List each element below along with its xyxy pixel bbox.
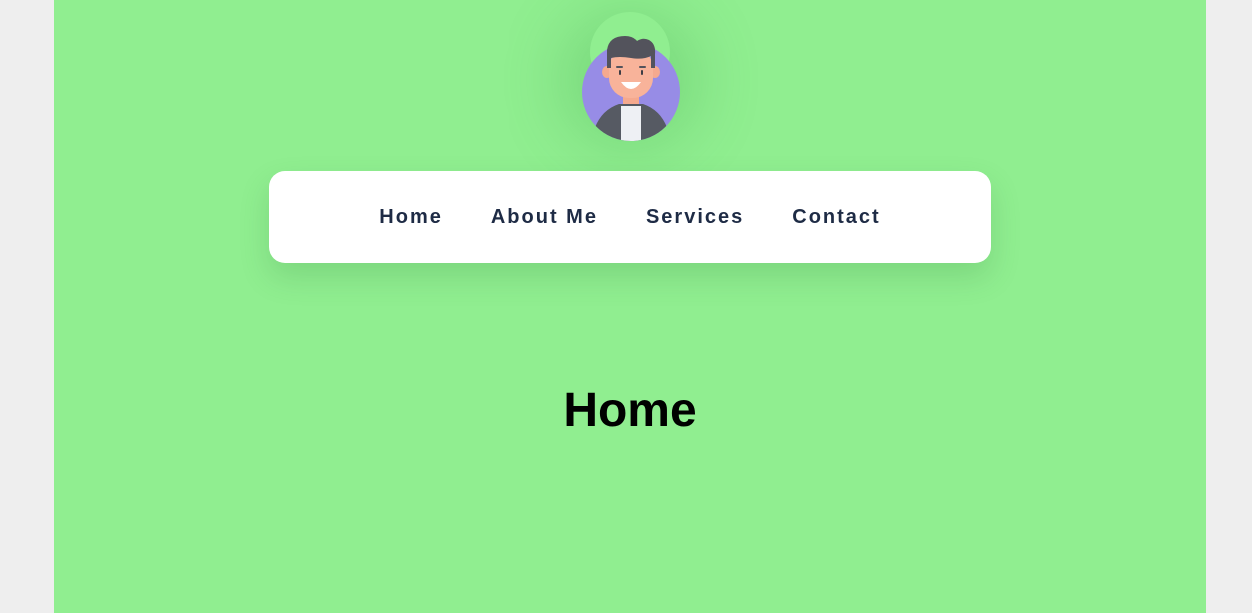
nav-item-about-me: About Me bbox=[467, 206, 622, 229]
avatar bbox=[581, 34, 681, 142]
nav-item-contact: Contact bbox=[768, 206, 904, 229]
nav-link-services[interactable]: Services bbox=[622, 206, 768, 228]
nav-list: Home About Me Services Contact bbox=[355, 206, 904, 229]
nav-link-home[interactable]: Home bbox=[355, 206, 467, 228]
user-avatar-icon bbox=[582, 36, 680, 141]
nav-item-home: Home bbox=[355, 206, 467, 229]
nav-item-services: Services bbox=[622, 206, 768, 229]
nav-link-about-me[interactable]: About Me bbox=[467, 206, 622, 228]
nav-link-contact[interactable]: Contact bbox=[768, 206, 904, 228]
nav-bar: Home About Me Services Contact bbox=[269, 171, 991, 263]
page-container: Home About Me Services Contact Home bbox=[54, 0, 1206, 613]
page-heading: Home bbox=[563, 384, 697, 437]
